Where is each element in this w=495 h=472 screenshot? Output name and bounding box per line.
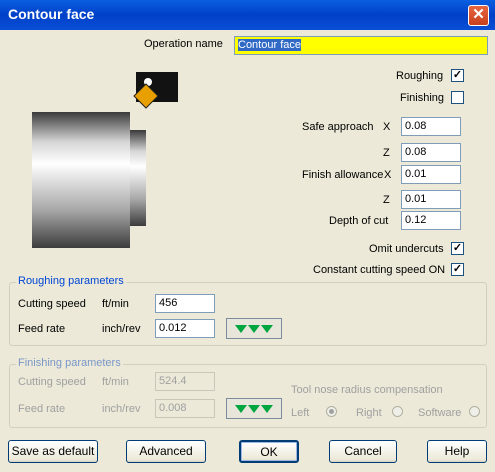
- safe-z-axis-label: Z: [383, 147, 390, 159]
- check-icon: ✓: [452, 263, 463, 275]
- roughing-parameters-title: Roughing parameters: [16, 275, 126, 287]
- constant-cutting-speed-checkbox[interactable]: ✓: [451, 263, 464, 276]
- tnrc-left-label: Left: [291, 407, 310, 419]
- finish-allowance-x-input[interactable]: 0.01: [401, 165, 461, 184]
- safe-approach-label: Safe approach: [302, 121, 374, 133]
- close-button[interactable]: ✕: [468, 5, 489, 26]
- finish-allowance-label: Finish allowance: [302, 169, 384, 181]
- feed-triangles-icon: [235, 404, 247, 413]
- roughing-cutting-speed-input[interactable]: 456: [155, 294, 215, 313]
- tnrc-label: Tool nose radius compensation: [291, 384, 443, 396]
- constant-cutting-speed-label: Constant cutting speed ON: [313, 264, 446, 276]
- tnrc-right-radio[interactable]: [392, 406, 403, 417]
- help-button[interactable]: Help: [427, 440, 487, 463]
- roughing-feed-rate-unit: inch/rev: [102, 323, 141, 335]
- check-icon: ✓: [452, 69, 463, 81]
- depth-of-cut-input[interactable]: 0.12: [401, 211, 461, 230]
- advanced-button[interactable]: Advanced: [126, 440, 206, 463]
- save-as-default-button[interactable]: Save as default: [8, 440, 98, 463]
- finishing-label: Finishing: [400, 92, 445, 104]
- finishing-feed-rate-label: Feed rate: [18, 403, 66, 415]
- tnrc-right-label: Right: [356, 407, 382, 419]
- depth-of-cut-label: Depth of cut: [329, 215, 389, 227]
- safe-approach-x-input[interactable]: 0.08: [401, 117, 461, 136]
- finishing-checkbox[interactable]: [451, 91, 464, 104]
- finish-x-axis-label: X: [384, 169, 392, 181]
- roughing-label: Roughing: [396, 70, 444, 82]
- tool-illustration: [30, 66, 182, 248]
- roughing-feed-button[interactable]: [226, 318, 282, 339]
- finish-allowance-z-input[interactable]: 0.01: [401, 190, 461, 209]
- tnrc-software-label: Software: [418, 407, 462, 419]
- operation-name-label: Operation name: [144, 38, 223, 50]
- roughing-cutting-speed-label: Cutting speed: [18, 298, 86, 310]
- finishing-cutting-speed-label: Cutting speed: [18, 376, 86, 388]
- roughing-feed-rate-label: Feed rate: [18, 323, 66, 335]
- roughing-checkbox[interactable]: ✓: [451, 69, 464, 82]
- finishing-feed-rate-input[interactable]: 0.008: [155, 399, 215, 418]
- safe-x-axis-label: X: [383, 121, 391, 133]
- finishing-cutting-speed-input[interactable]: 524.4: [155, 372, 215, 391]
- feed-triangles-icon: [235, 324, 247, 333]
- operation-name-input[interactable]: Contour face: [234, 36, 488, 55]
- finish-z-axis-label: Z: [383, 194, 390, 206]
- tnrc-software-radio[interactable]: [469, 406, 480, 417]
- finishing-cutting-speed-unit: ft/min: [102, 376, 129, 388]
- finishing-parameters-title: Finishing parameters: [16, 357, 123, 369]
- ok-button[interactable]: OK: [239, 440, 299, 463]
- safe-approach-z-input[interactable]: 0.08: [401, 143, 461, 162]
- roughing-feed-rate-input[interactable]: 0.012: [155, 319, 215, 338]
- finishing-feed-button[interactable]: [226, 398, 282, 419]
- finishing-feed-rate-unit: inch/rev: [102, 403, 141, 415]
- window-title: Contour face: [8, 6, 95, 22]
- omit-undercuts-label: Omit undercuts: [369, 243, 444, 255]
- tnrc-left-radio[interactable]: [326, 406, 337, 417]
- omit-undercuts-checkbox[interactable]: ✓: [451, 242, 464, 255]
- cancel-button[interactable]: Cancel: [329, 440, 397, 463]
- roughing-cutting-speed-unit: ft/min: [102, 298, 129, 310]
- check-icon: ✓: [452, 242, 463, 254]
- close-icon: ✕: [472, 6, 485, 23]
